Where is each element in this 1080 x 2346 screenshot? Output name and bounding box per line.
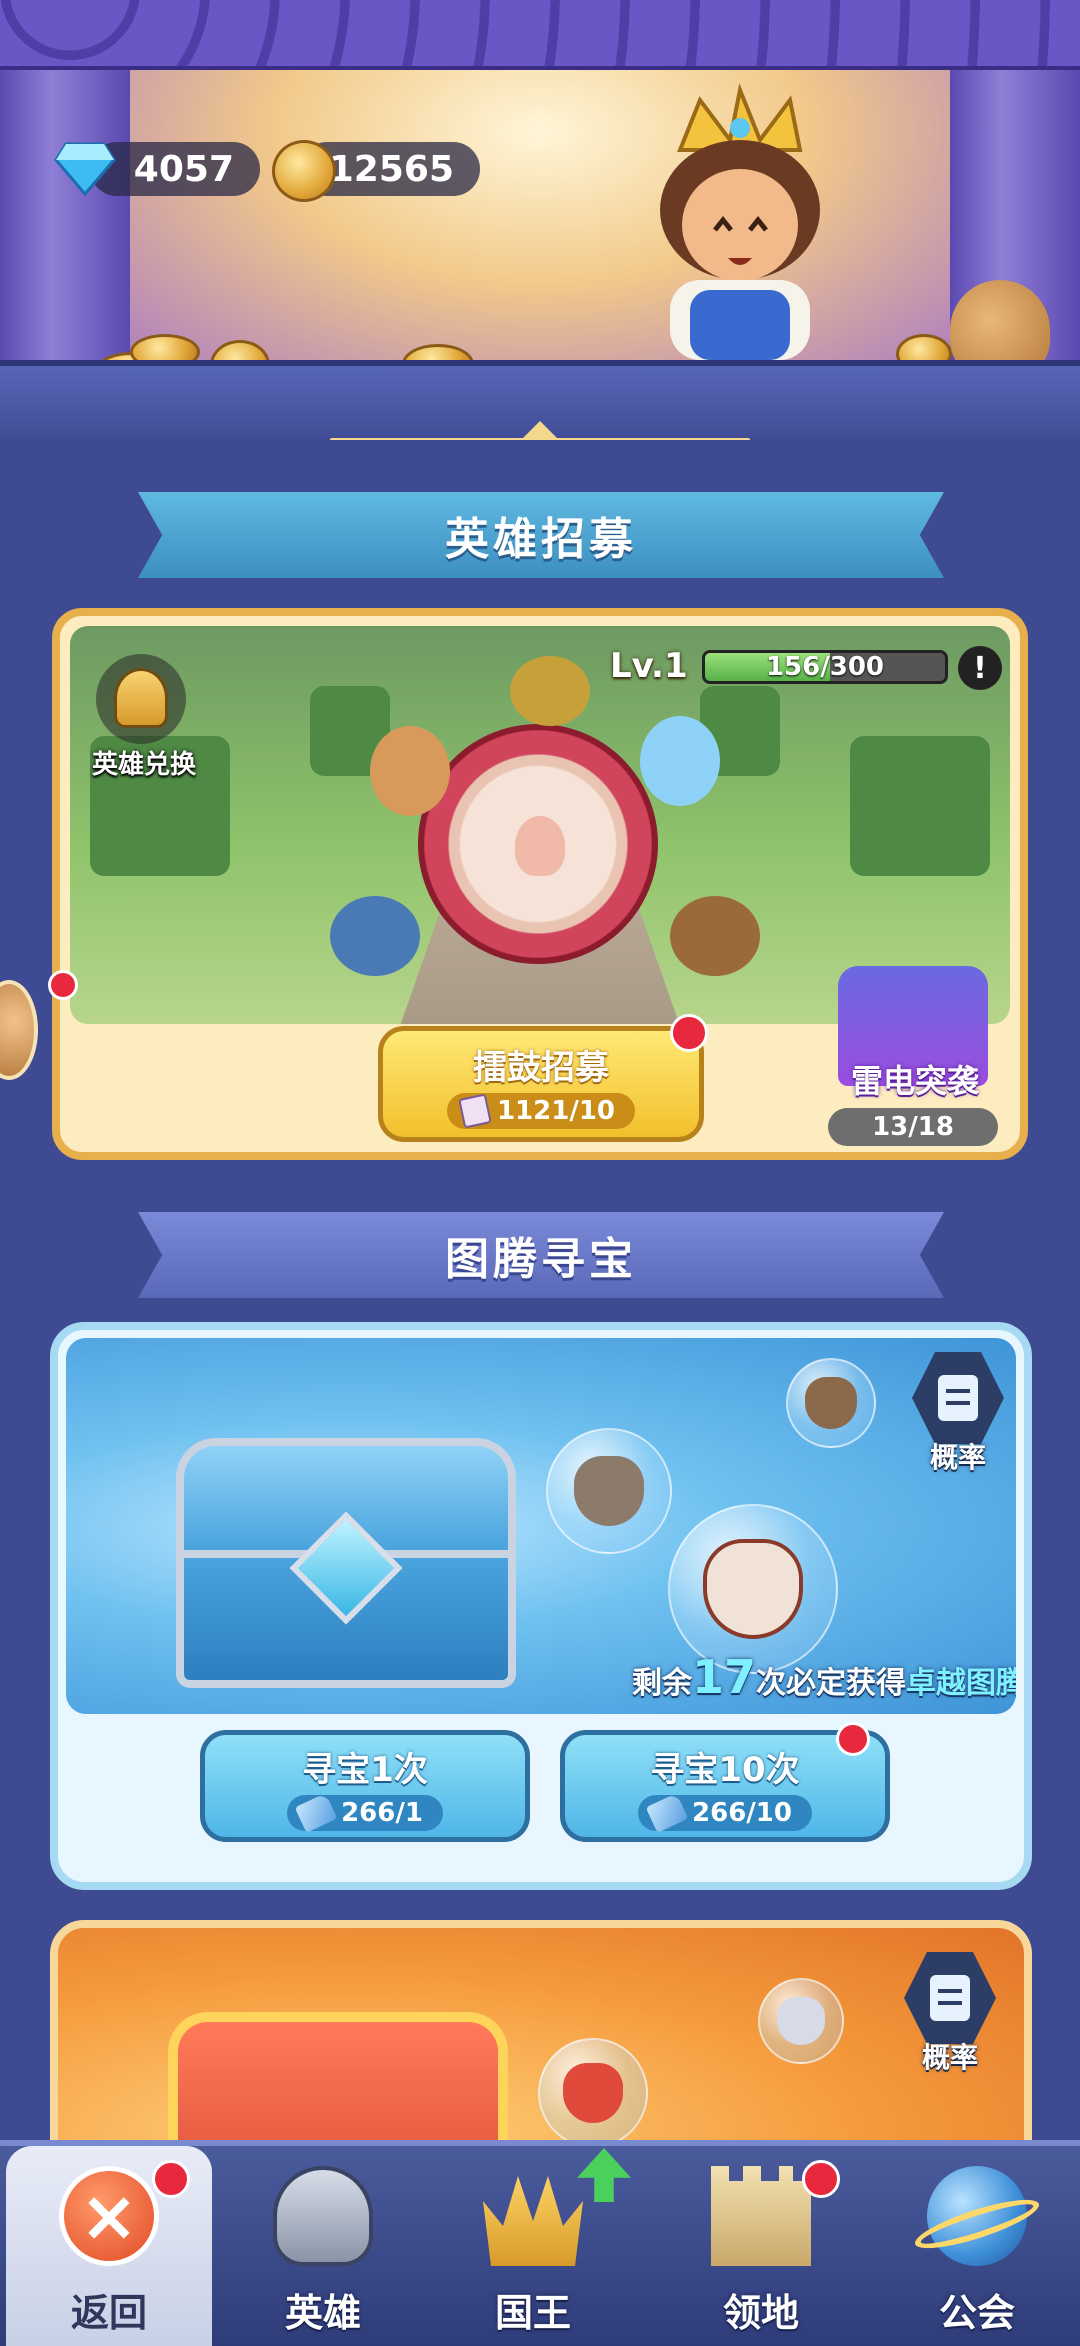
hammer-icon	[294, 1792, 338, 1833]
hunt-once-button[interactable]: 寻宝1次 266/1	[200, 1730, 530, 1842]
fisher-hero-image	[330, 896, 420, 976]
hedge-decoration	[850, 736, 990, 876]
totem-probability-button[interactable]: 概率	[908, 1352, 1008, 1474]
bear-mask-icon	[805, 1377, 857, 1429]
probability-icon-bg	[904, 1952, 996, 2044]
probability-label: 概率	[921, 2041, 978, 2074]
totem-bubble	[546, 1428, 672, 1554]
hero-exchange-button[interactable]: 英雄兑换	[80, 646, 220, 786]
recruit-level: Lv.1	[610, 646, 688, 686]
bottom-navigation: × 返回 英雄 国王 领地 公会	[0, 2140, 1080, 2346]
event-progress: 13/18	[828, 1108, 998, 1146]
hunt-ten-cost-text: 266/10	[692, 1797, 792, 1828]
event-title[interactable]: 雷电突袭	[820, 1056, 1010, 1102]
ice-hero-image	[640, 716, 720, 806]
gem-amount: 4057	[133, 148, 234, 190]
fox-mask-icon	[563, 2063, 623, 2123]
totem-hunt-card: 概率 剩余17次必定获得卓越图腾 寻宝1次 266/1 寻宝10次 266/10	[50, 1322, 1032, 1890]
notification-dot	[836, 1722, 870, 1756]
curtain-left	[0, 40, 130, 400]
drum-recruit-cost: 1121/10	[446, 1092, 636, 1129]
section-title-text: 图腾寻宝	[445, 1234, 637, 1285]
probability-label: 概率	[929, 1441, 986, 1474]
drum-recruit-button[interactable]: 擂鼓招募 1121/10	[378, 1026, 704, 1142]
nav-guild[interactable]: 公会	[874, 2146, 1080, 2346]
silver-chest-image	[176, 1438, 516, 1688]
recruit-scene-image: 英雄兑换 Lv.1 156/300 !	[70, 626, 1010, 1024]
recruit-xp-bar: 156/300	[702, 650, 948, 684]
totem-scene-image: 概率 剩余17次必定获得卓越图腾	[66, 1338, 1016, 1714]
nav-back-label: 返回	[70, 2291, 147, 2335]
hunt-once-cost-text: 266/1	[341, 1797, 423, 1828]
section-title-hero-recruit: 英雄招募	[138, 492, 944, 578]
hunt-ten-cost: 266/10	[638, 1792, 812, 1833]
totem-bubble	[758, 1978, 844, 2064]
nav-guild-label: 公会	[938, 2291, 1015, 2335]
pity-prefix: 剩余	[631, 1666, 692, 1701]
recruit-scroll-icon	[458, 1092, 492, 1129]
mushroom-hero-image	[510, 656, 590, 726]
crown-icon	[483, 2176, 583, 2266]
curtain-top	[0, 0, 1080, 70]
side-hero-avatar[interactable]	[0, 980, 38, 1080]
gold-probability-button[interactable]: 概率	[900, 1952, 1000, 2074]
owl-mask-icon	[574, 1456, 644, 1526]
document-icon	[930, 1975, 970, 2021]
notification-dot	[802, 2160, 840, 2198]
pity-reward: 卓越图腾	[906, 1666, 1016, 1701]
close-icon: ×	[59, 2166, 159, 2266]
hunt-ten-label: 寻宝10次	[650, 1749, 800, 1790]
section-title-text: 英雄招募	[445, 514, 637, 565]
king-mascot-image	[660, 83, 820, 360]
top-banner: 4057 12565	[0, 0, 1080, 440]
nav-territory-label: 领地	[722, 2291, 799, 2335]
document-icon	[938, 1375, 978, 1421]
totem-bubble	[668, 1504, 838, 1674]
raccoon-hero-image	[670, 896, 760, 976]
bull-skull-mask-icon	[703, 1539, 803, 1639]
section-title-totem-hunt: 图腾寻宝	[138, 1212, 944, 1298]
totem-bubble	[538, 2038, 648, 2148]
notification-dot	[152, 2160, 190, 2198]
drum-recruit-cost-text: 1121/10	[496, 1095, 616, 1126]
hammer-icon	[645, 1792, 689, 1833]
bear-hero-image	[370, 726, 450, 816]
xp-text: 156/300	[765, 652, 885, 682]
notification-dot	[670, 1014, 708, 1052]
nav-heroes-label: 英雄	[284, 2291, 361, 2335]
nav-heroes[interactable]: 英雄	[220, 2146, 426, 2346]
hunt-once-label: 寻宝1次	[302, 1749, 428, 1790]
totem-bubble	[786, 1358, 876, 1448]
pity-count: 17	[691, 1650, 756, 1704]
diamond-icon	[54, 142, 116, 196]
tiger-mask-icon	[777, 1997, 825, 2045]
drum-recruit-label: 擂鼓招募	[473, 1047, 609, 1088]
gold-amount: 12565	[328, 148, 454, 190]
hunt-once-cost: 266/1	[287, 1792, 443, 1833]
pity-counter-text: 剩余17次必定获得卓越图腾	[546, 1650, 1016, 1704]
notification-dot	[48, 970, 78, 1000]
drum-flame-emblem	[515, 816, 565, 876]
pity-mid: 次必定获得	[756, 1666, 906, 1701]
gold-coin-icon	[272, 140, 336, 202]
info-button[interactable]: !	[958, 646, 1002, 690]
hero-recruit-card: 英雄兑换 Lv.1 156/300 ! 擂鼓招募 1121/10 雷电突袭 13…	[52, 608, 1028, 1160]
castle-icon	[711, 2166, 811, 2266]
golden-helmet-icon	[114, 668, 168, 728]
probability-icon-bg	[912, 1352, 1004, 1444]
knight-helmet-icon	[273, 2166, 373, 2266]
nav-king-label: 国王	[494, 2291, 571, 2335]
hero-exchange-label: 英雄兑换	[91, 750, 196, 780]
